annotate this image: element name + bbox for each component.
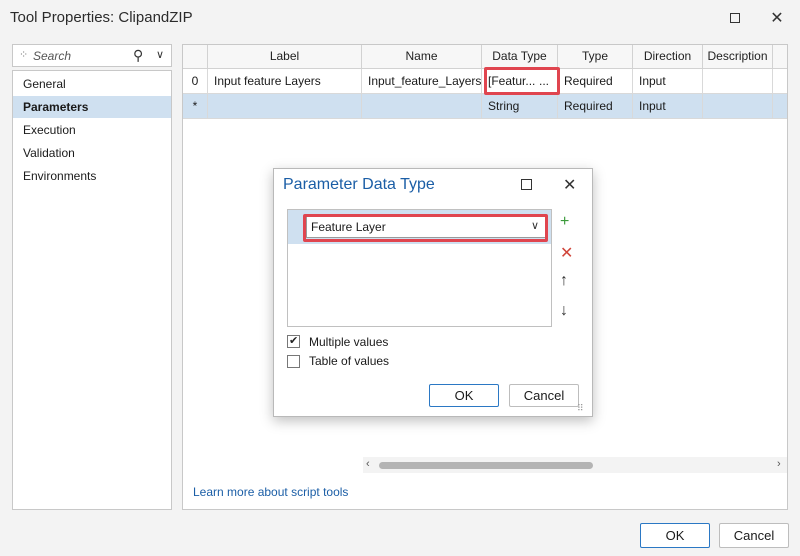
search-field[interactable]: ⁘ Search ⚲ ∨	[12, 44, 172, 67]
sparkle-icon: ⁘	[19, 49, 29, 61]
row-index-header	[183, 45, 208, 69]
column-header-label[interactable]: Label	[208, 45, 362, 69]
ok-button[interactable]: OK	[640, 523, 710, 548]
table-of-values-label: Table of values	[309, 354, 390, 368]
sidebar-item-label: Parameters	[23, 100, 89, 114]
sidebar-item-label: Execution	[23, 123, 76, 137]
sidebar-item-general[interactable]: General	[13, 73, 171, 95]
move-up-icon[interactable]: ↑	[560, 272, 568, 290]
learn-more-link[interactable]: Learn more about script tools	[193, 485, 348, 499]
dialog-title: Parameter Data Type	[283, 176, 435, 193]
grid-header: Label Name Data Type Type Direction Desc…	[183, 45, 787, 69]
move-down-icon[interactable]: ↓	[560, 302, 568, 320]
sidebar-item-label: Validation	[23, 146, 75, 160]
horizontal-scrollbar[interactable]: ‹ ›	[363, 457, 787, 473]
cell-name[interactable]: Input_feature_Layers	[362, 69, 482, 93]
cell-name[interactable]	[362, 94, 482, 118]
close-icon: ✕	[770, 10, 784, 27]
cell-data-type[interactable]: String	[482, 94, 558, 118]
column-header-direction[interactable]: Direction	[633, 45, 703, 69]
cell-type[interactable]: Required	[558, 94, 633, 118]
scrollbar-thumb[interactable]	[379, 462, 593, 469]
dialog-cancel-button[interactable]: Cancel	[509, 384, 579, 407]
checkmark-icon: ✔	[289, 335, 299, 347]
sidebar-item-label: General	[23, 77, 66, 91]
cell-direction[interactable]: Input	[633, 94, 703, 118]
column-header-type[interactable]: Type	[558, 45, 633, 69]
multiple-values-checkbox[interactable]: ✔	[287, 335, 300, 348]
remove-icon[interactable]: ✕	[560, 243, 573, 263]
sidebar-item-label: Environments	[23, 169, 97, 183]
add-icon[interactable]: +	[560, 213, 569, 231]
dropdown-highlight	[303, 214, 548, 242]
search-icon[interactable]: ⚲	[133, 47, 143, 64]
scroll-left-icon[interactable]: ‹	[366, 458, 370, 470]
cell-description[interactable]	[703, 94, 773, 118]
cell-label[interactable]: Input feature Layers	[208, 69, 362, 93]
dialog-close-icon[interactable]: ✕	[563, 175, 576, 195]
sidebar-item-parameters[interactable]: Parameters	[13, 96, 171, 118]
multiple-values-label: Multiple values	[309, 335, 389, 349]
sidebar: General Parameters Execution Validation …	[12, 70, 172, 510]
window-title: Tool Properties: ClipandZIP	[10, 9, 193, 26]
cell-type[interactable]: Required	[558, 69, 633, 93]
data-type-highlight	[484, 67, 560, 95]
table-row[interactable]: * String Required Input	[183, 94, 787, 119]
close-button[interactable]: ✕	[763, 6, 791, 30]
column-header-name[interactable]: Name	[362, 45, 482, 69]
sidebar-item-environments[interactable]: Environments	[13, 165, 171, 187]
parameter-data-type-dialog: Parameter Data Type ✕ Feature Layer ∨ + …	[273, 168, 593, 417]
search-placeholder: Search	[33, 49, 72, 63]
scroll-right-icon[interactable]: ›	[777, 458, 781, 470]
column-header-data-type[interactable]: Data Type	[482, 45, 558, 69]
cell-label[interactable]	[208, 94, 362, 118]
maximize-icon	[730, 13, 740, 23]
dialog-ok-button[interactable]: OK	[429, 384, 499, 407]
row-index: 0	[183, 69, 208, 93]
sidebar-item-validation[interactable]: Validation	[13, 142, 171, 164]
cancel-button[interactable]: Cancel	[719, 523, 789, 548]
resize-grip-icon[interactable]: ⠿	[577, 403, 584, 414]
row-index: *	[183, 94, 208, 118]
cell-description[interactable]	[703, 69, 773, 93]
dialog-maximize-icon[interactable]	[521, 179, 532, 190]
title-bar: Tool Properties: ClipandZIP ✕	[0, 0, 800, 36]
maximize-button[interactable]	[721, 6, 749, 30]
cell-direction[interactable]: Input	[633, 69, 703, 93]
sidebar-item-execution[interactable]: Execution	[13, 119, 171, 141]
table-of-values-checkbox[interactable]	[287, 355, 300, 368]
chevron-down-icon[interactable]: ∨	[156, 48, 164, 61]
column-header-description[interactable]: Description	[703, 45, 773, 69]
